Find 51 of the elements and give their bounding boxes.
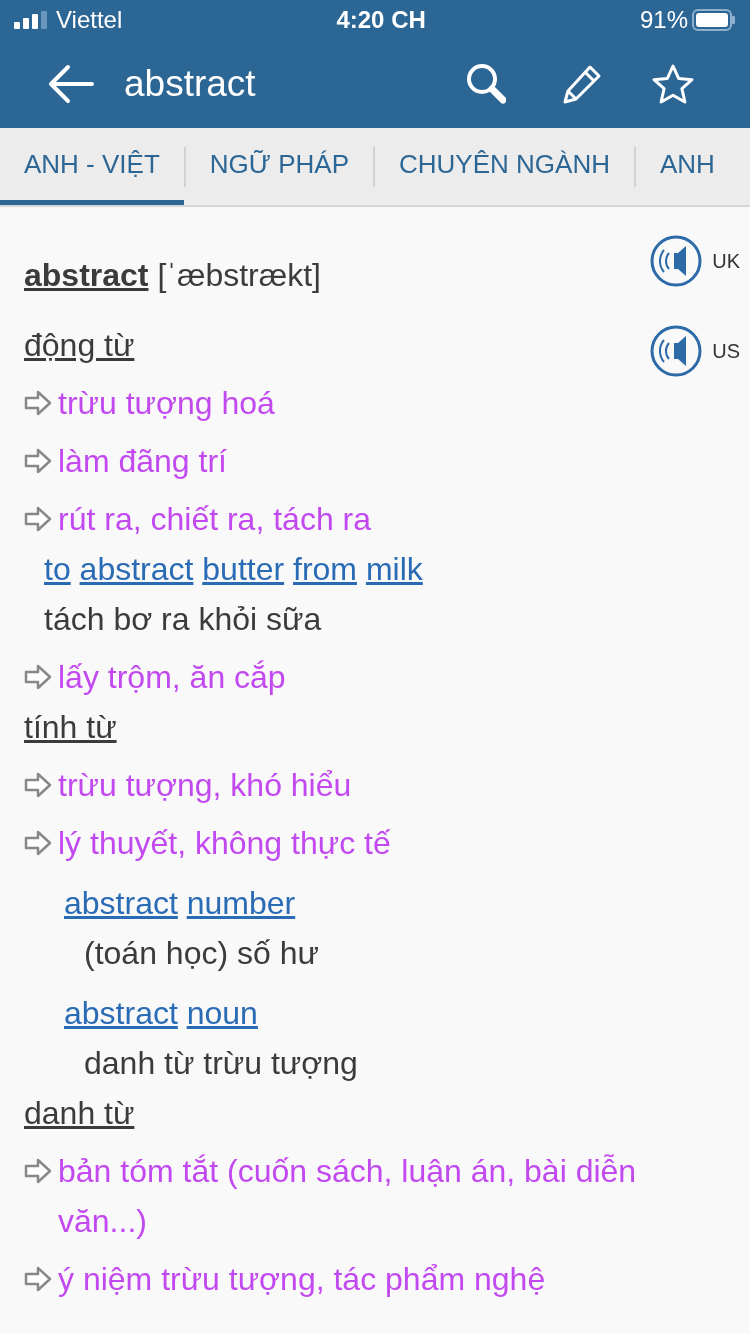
arrow-icon: [24, 663, 52, 691]
speaker-button[interactable]: [650, 235, 703, 287]
speaker-button[interactable]: [650, 325, 703, 377]
arrow-icon: [24, 505, 52, 533]
pronunciation: [ˈæbstrækt]: [157, 257, 321, 293]
search-word: abstract: [124, 62, 257, 107]
word-link[interactable]: number: [186, 885, 296, 921]
accent-label: UK: [712, 249, 740, 274]
signal-icon: [14, 11, 48, 29]
arrow-icon: [24, 771, 52, 799]
translation: danh từ trừu tượng: [83, 1044, 359, 1083]
word-link[interactable]: to: [44, 551, 71, 587]
headword: abstract: [24, 257, 149, 293]
sense-text: lý thuyết, không thực tế: [58, 824, 391, 863]
arrow-icon: [24, 1157, 52, 1185]
accent-label: US: [712, 339, 740, 364]
word-link[interactable]: abstract: [79, 551, 194, 587]
sense-text: bản tóm tắt (cuốn sách, luận án, bài diễn văn...): [58, 1152, 638, 1241]
battery-icon: [692, 9, 736, 31]
part-of-speech: tính từ: [24, 708, 117, 747]
carrier-name: Viettel: [56, 5, 123, 35]
arrow-icon: [24, 1265, 52, 1293]
tab[interactable]: NGỮ PHÁP: [185, 128, 374, 205]
part-of-speech: danh từ: [24, 1094, 135, 1133]
translation: (toán học) số hư: [83, 934, 320, 973]
sense-text: rút ra, chiết ra, tách ra: [58, 500, 371, 539]
word-link[interactable]: butter: [202, 551, 285, 587]
word-link[interactable]: milk: [365, 551, 423, 587]
arrow-icon: [24, 389, 52, 417]
tab[interactable]: CHUYÊN NGÀNH: [375, 128, 634, 205]
battery-percent: 91%: [639, 5, 688, 35]
sense-text: lấy trộm, ăn cắp: [58, 658, 286, 697]
sense-text: trừu tượng, khó hiểu: [58, 766, 352, 805]
sense-text: trừu tượng hoá: [58, 384, 275, 423]
sense-text: làm đãng trí: [58, 442, 227, 481]
back-arrow-icon[interactable]: [48, 64, 94, 104]
translation: tách bơ ra khỏi sữa: [43, 600, 323, 639]
arrow-icon: [24, 829, 52, 857]
part-of-speech: động từ: [24, 326, 135, 365]
sense-text: ý niệm trừu tượng, tác phẩm nghệ: [58, 1260, 546, 1299]
search-icon[interactable]: [466, 63, 506, 105]
clock-time: 4:20 CH: [336, 5, 426, 35]
word-link[interactable]: noun: [186, 995, 258, 1031]
word-link[interactable]: abstract: [64, 885, 178, 921]
word-link[interactable]: from: [293, 551, 357, 587]
tab[interactable]: ANH: [635, 128, 715, 205]
star-icon[interactable]: [652, 64, 694, 104]
arrow-icon: [24, 447, 52, 475]
tab[interactable]: ANH - VIỆT: [0, 128, 184, 205]
word-link[interactable]: abstract: [64, 995, 178, 1031]
pencil-icon[interactable]: [562, 64, 602, 104]
